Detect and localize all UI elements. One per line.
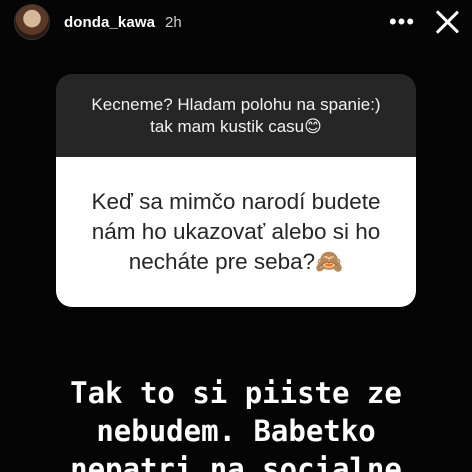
answer-line-1: Tak to si piiste ze [70, 376, 402, 410]
avatar[interactable] [14, 4, 50, 40]
question-sticker[interactable]: Kecneme? Hladam polohu na spanie:) tak m… [56, 74, 416, 307]
username[interactable]: donda_kawa [64, 14, 155, 31]
question-answer-box: Keď sa mimčo narodí budete nám ho ukazov… [56, 157, 416, 307]
question-prompt-box: Kecneme? Hladam polohu na spanie:) tak m… [56, 74, 416, 157]
more-options-icon[interactable]: ••• [388, 8, 416, 36]
answer-text: Tak to si piiste ze nebudem. Babetko nep… [0, 374, 472, 472]
answer-line-3: nepatri na socialne [70, 452, 402, 472]
smiling-face-icon: 😊 [304, 116, 322, 137]
story-header: donda_kawa 2h ••• [14, 4, 462, 40]
answer-line-2: nebudem. Babetko [96, 414, 376, 448]
question-prompt: Kecneme? Hladam polohu na spanie:) tak m… [84, 94, 388, 138]
question-prompt-text: Kecneme? Hladam polohu na spanie:) tak m… [91, 94, 381, 136]
timestamp: 2h [165, 13, 182, 31]
question-text: Keď sa mimčo narodí budete nám ho ukazov… [78, 187, 394, 277]
close-icon[interactable] [432, 7, 462, 37]
see-no-evil-monkey-icon: 🙈 [315, 249, 344, 275]
story-viewer: donda_kawa 2h ••• Kecneme? Hladam polohu… [0, 0, 472, 472]
